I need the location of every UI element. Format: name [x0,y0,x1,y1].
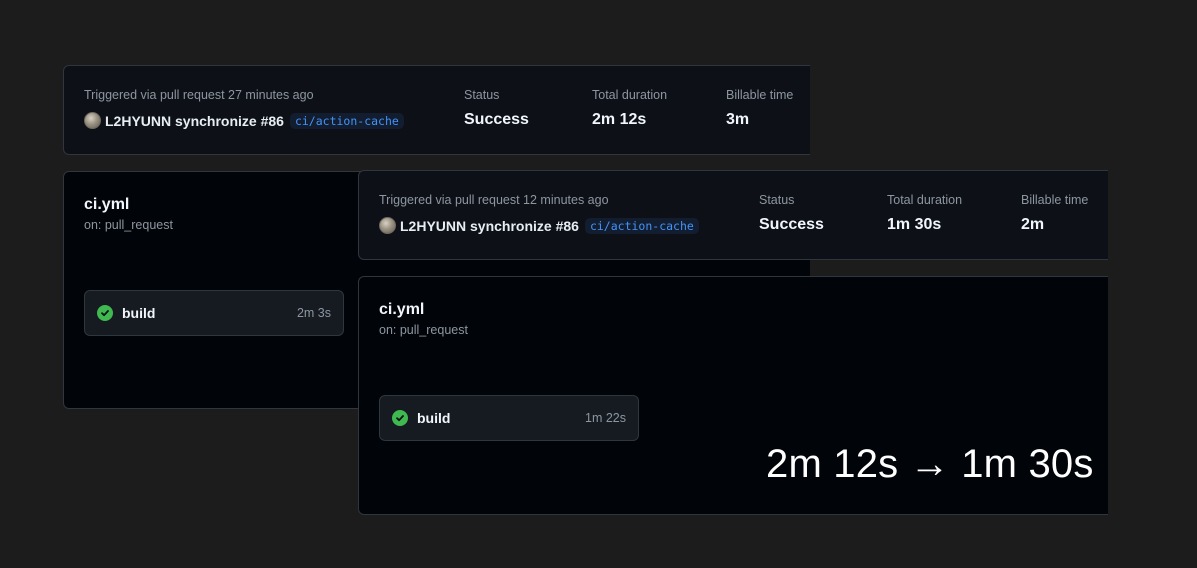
billable-time-stat: Billable time 3m [726,88,793,129]
job-name: build [122,305,156,321]
trigger-text: Triggered via pull request 27 minutes ag… [84,88,314,102]
billable-time-label: Billable time [1021,193,1089,207]
stage: Triggered via pull request 27 minutes ag… [0,0,1197,568]
billable-time-value: 2m [1021,216,1045,233]
total-duration-stat: Total duration 1m 30s [887,193,962,234]
job-name: build [417,410,451,426]
total-duration-stat: Total duration 2m 12s [592,88,667,129]
status-stat: Status Success [759,193,824,234]
avatar[interactable] [379,217,396,234]
duration-comparison-caption: 2m 12s → 1m 30s [766,442,1094,486]
run-summary-panel: Triggered via pull request 27 minutes ag… [63,65,810,155]
check-circle-icon [97,305,113,321]
workflow-trigger: on: pull_request [84,218,173,232]
actor-event-text[interactable]: L2HYUNN synchronize #86 [400,218,579,234]
billable-time-value: 3m [726,111,750,128]
status-value: Success [464,111,529,128]
avatar[interactable] [84,112,101,129]
status-label: Status [759,193,795,207]
total-duration-label: Total duration [592,88,668,102]
run-summary-panel: Triggered via pull request 12 minutes ag… [358,170,1108,260]
status-stat: Status Success [464,88,529,129]
workflow-trigger: on: pull_request [379,323,468,337]
job-duration: 2m 3s [296,306,331,320]
workflow-name: ci.yml [84,196,130,213]
actor-event-text[interactable]: L2HYUNN synchronize #86 [105,113,284,129]
billable-time-label: Billable time [726,88,794,102]
billable-time-stat: Billable time 2m [1021,193,1088,234]
total-duration-value: 1m 30s [887,216,942,233]
job-card-build[interactable]: build 1m 22s [379,395,639,441]
status-label: Status [464,88,500,102]
branch-link[interactable]: ci/action-cache [289,112,404,129]
job-duration: 1m 22s [585,411,626,425]
branch-link[interactable]: ci/action-cache [584,217,699,234]
status-value: Success [759,216,824,233]
total-duration-label: Total duration [887,193,963,207]
workflow-name: ci.yml [379,301,425,318]
job-card-build[interactable]: build 2m 3s [84,290,344,336]
actor-line: L2HYUNN synchronize #86 ci/action-cache [379,217,699,234]
trigger-text: Triggered via pull request 12 minutes ag… [379,193,609,207]
actor-line: L2HYUNN synchronize #86 ci/action-cache [84,112,404,129]
check-circle-icon [392,410,408,426]
total-duration-value: 2m 12s [592,111,647,128]
